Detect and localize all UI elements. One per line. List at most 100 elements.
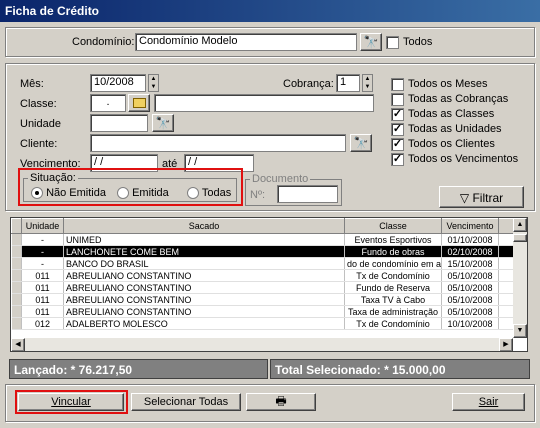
cell-unidade[interactable]: - [21,245,64,258]
nao-emitida-radio[interactable] [31,187,43,200]
documento-no-label: Nº: [250,189,266,201]
cell-vencimento[interactable]: 10/10/2008 [441,317,499,330]
results-grid[interactable]: Unidade Sacado Classe Vencimento - UNIMED… [10,217,528,352]
cell-classe[interactable]: Fundo de obras [344,245,442,258]
cell-sacado[interactable]: ABREULIANO CONSTANTINO [63,281,345,294]
todas-as-cobrancas-checkbox[interactable] [391,93,404,106]
horizontal-scrollbar[interactable]: ◀ ▶ [11,338,513,351]
table-row[interactable]: 011 ABREULIANO CONSTANTINO Taxa de adminis… [11,305,514,318]
cell-extra [498,269,514,282]
cell-sacado[interactable]: ADALBERTO MOLESCO [63,317,345,330]
todos-os-vencimentos-checkbox[interactable]: ✓ [391,153,404,166]
cell-vencimento[interactable]: 02/10/2008 [441,245,499,258]
table-row[interactable]: 011 ABREULIANO CONSTANTINO Tx de Condomíni… [11,269,514,282]
todas-as-unidades-label: Todas as Unidades [408,123,502,135]
table-row[interactable]: 012 ADALBERTO MOLESCO Tx de Condomínio 10/1… [11,317,514,330]
todas-radio[interactable] [187,187,199,200]
scroll-left-button[interactable]: ◀ [11,338,25,351]
emitida-radio[interactable] [117,187,129,200]
cell-vencimento[interactable]: 05/10/2008 [441,293,499,306]
scroll-thumb[interactable] [513,234,527,242]
row-indicator [11,245,22,258]
cell-extra [498,245,514,258]
unidade-field[interactable] [90,114,148,132]
documento-legend: Documento [250,173,311,185]
lancado-status: Lançado: * 76.217,50 [9,359,268,379]
cobranca-spinner[interactable]: ▲ ▼ [362,74,373,92]
cell-sacado[interactable]: ABREULIANO CONSTANTINO [63,269,345,282]
classe-code-field[interactable]: . [90,94,126,112]
table-row[interactable]: 011 ABREULIANO CONSTANTINO Taxa TV à Cabo 0… [11,293,514,306]
cell-classe[interactable]: Tx de Condomínio [344,317,442,330]
column-header-classe[interactable]: Classe [344,218,442,234]
cell-unidade[interactable]: 012 [21,317,64,330]
cliente-field[interactable] [90,134,346,152]
todas-as-classes-checkbox[interactable]: ✓ [391,108,404,121]
cobranca-field[interactable]: 1 [336,74,360,92]
todas-as-unidades-checkbox[interactable]: ✓ [391,123,404,136]
mes-label: Mês: [20,78,44,90]
vincular-button[interactable]: Vincular [18,393,124,411]
print-button[interactable]: 🖶 [246,393,316,411]
cell-classe[interactable]: Taxa TV à Cabo [344,293,442,306]
cell-vencimento[interactable]: 05/10/2008 [441,305,499,318]
cell-sacado[interactable]: ABREULIANO CONSTANTINO [63,305,345,318]
cell-sacado[interactable]: UNIMED [63,233,345,246]
todos-os-clientes-checkbox[interactable]: ✓ [391,138,404,151]
condominio-todos-checkbox[interactable] [386,36,399,49]
row-indicator [11,281,22,294]
unidade-search-button[interactable]: 🔭 [152,114,174,132]
cell-unidade[interactable]: - [21,233,64,246]
condominio-label: Condomínio: [72,36,135,48]
condominio-search-button[interactable]: 🔭 [360,33,382,51]
cell-extra [498,257,514,270]
cell-classe[interactable]: Taxa de administração [344,305,442,318]
row-indicator [11,305,22,318]
cell-unidade[interactable]: 011 [21,269,64,282]
mes-spinner[interactable]: ▲ ▼ [148,74,159,92]
cell-vencimento[interactable]: 01/10/2008 [441,233,499,246]
cell-unidade[interactable]: 011 [21,305,64,318]
scroll-right-button[interactable]: ▶ [499,338,513,351]
situacao-nao-emitida-option[interactable]: Não Emitida [31,187,106,200]
column-header-unidade[interactable]: Unidade [21,218,64,234]
column-header-vencimento[interactable]: Vencimento [441,218,499,234]
todos-os-meses-checkbox[interactable] [391,78,404,91]
cell-unidade[interactable]: 011 [21,293,64,306]
classe-description-field[interactable] [154,94,374,112]
cell-classe[interactable]: do de condomínio em a [344,257,442,270]
column-header-sacado[interactable]: Sacado [63,218,345,234]
cell-sacado[interactable]: ABREULIANO CONSTANTINO [63,293,345,306]
scroll-up-button[interactable]: ▲ [513,218,527,232]
table-row[interactable]: - LANCHONETE COME BEM Fundo de obras 02/10/… [11,245,514,258]
cell-unidade[interactable]: - [21,257,64,270]
cell-classe[interactable]: Tx de Condomínio [344,269,442,282]
cell-vencimento[interactable]: 05/10/2008 [441,281,499,294]
cell-vencimento[interactable]: 05/10/2008 [441,269,499,282]
cell-sacado[interactable]: LANCHONETE COME BEM [63,245,345,258]
table-row[interactable]: - BANCO DO BRASIL do de condomínio em a 15/… [11,257,514,270]
table-row[interactable]: 011 ABREULIANO CONSTANTINO Fundo de Reserv… [11,281,514,294]
cliente-search-button[interactable]: 🔭 [350,134,372,152]
documento-field[interactable] [277,185,338,203]
condominio-todos-label: Todos [403,36,433,48]
cell-unidade[interactable]: 011 [21,281,64,294]
situacao-emitida-option[interactable]: Emitida [117,187,169,200]
filtrar-button[interactable]: ▽ Filtrar [439,186,524,208]
cell-classe[interactable]: Eventos Esportivos [344,233,442,246]
cell-sacado[interactable]: BANCO DO BRASIL [63,257,345,270]
situacao-todas-option[interactable]: Todas [187,187,231,200]
sair-button[interactable]: Sair [452,393,525,411]
cell-classe[interactable]: Fundo de Reserva [344,281,442,294]
classe-folder-button[interactable] [128,94,150,112]
condominio-field[interactable]: Condomínio Modelo [135,33,357,51]
situacao-legend: Situação: [28,172,78,184]
vertical-scrollbar[interactable]: ▲ ▼ [513,218,527,338]
selecionar-todas-button[interactable]: Selecionar Todas [131,393,241,411]
row-indicator [11,269,22,282]
cell-vencimento[interactable]: 15/10/2008 [441,257,499,270]
cell-extra [498,305,514,318]
scroll-down-button[interactable]: ▼ [513,324,527,338]
mes-field[interactable]: 10/2008 [90,74,146,92]
table-row[interactable]: - UNIMED Eventos Esportivos 01/10/2008 [11,233,514,246]
